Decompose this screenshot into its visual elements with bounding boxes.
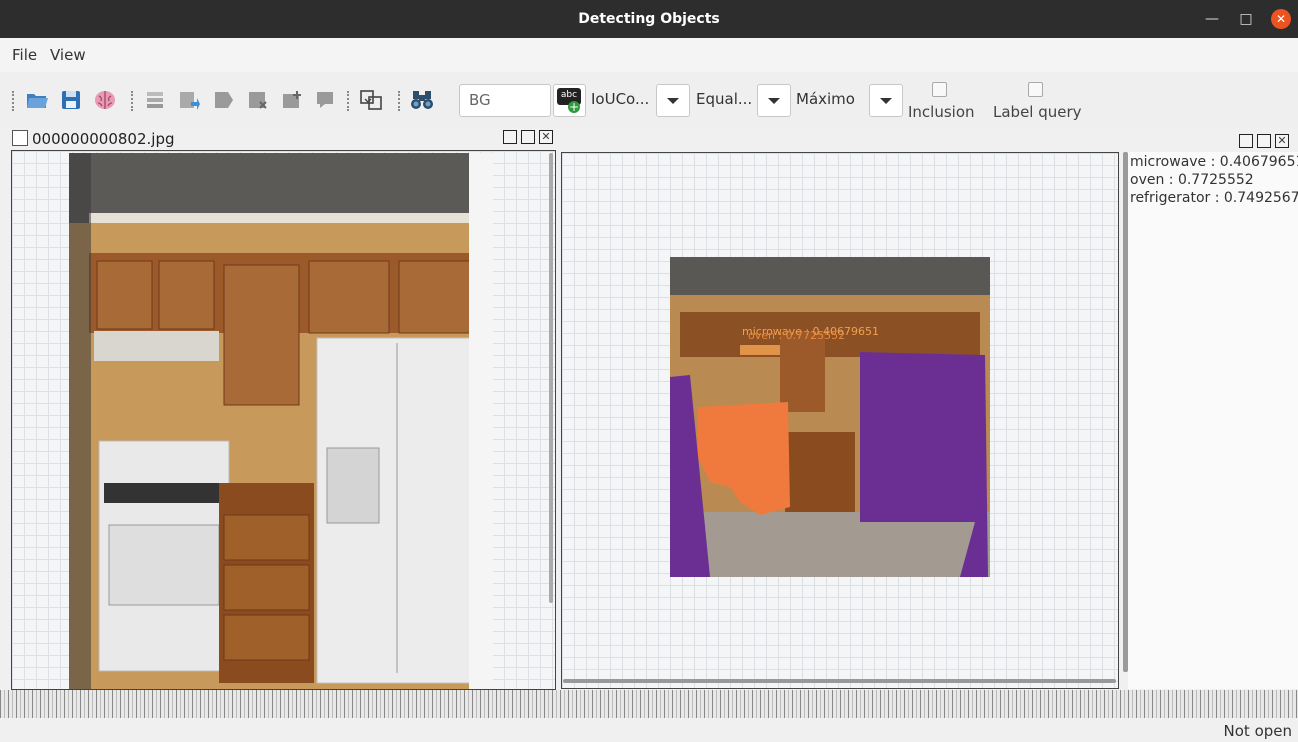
comment-icon[interactable] <box>314 88 338 112</box>
detection-item-oven[interactable]: oven : 0.7725552 <box>1130 172 1254 188</box>
detection-item-microwave[interactable]: microwave : 0.40679651 <box>1130 154 1298 170</box>
aggregate-combo-value: Máximo <box>796 90 855 108</box>
list-icon[interactable] <box>143 88 167 112</box>
horizontal-scrollbar[interactable] <box>563 679 1116 683</box>
add-label-button[interactable]: abc + <box>553 84 586 117</box>
maximize-button[interactable]: □ <box>1234 7 1258 31</box>
chevron-down-icon <box>768 98 780 104</box>
chevron-down-icon <box>880 98 892 104</box>
image-file-icon <box>12 130 28 146</box>
save-icon[interactable] <box>59 88 83 112</box>
detection-result-image: microwave : 0.40679651 oven : 0.7725552 <box>670 257 990 577</box>
add-shape-icon[interactable] <box>280 88 304 112</box>
detection-list: microwave : 0.40679651 oven : 0.7725552 … <box>1128 152 1298 689</box>
class-filter-input[interactable]: BG <box>459 84 551 117</box>
toolbar-handle <box>12 91 17 111</box>
open-folder-icon[interactable] <box>25 88 49 112</box>
subwindow-minimize-button[interactable] <box>503 130 517 144</box>
metric-combo-dropdown[interactable] <box>656 84 690 117</box>
menu-bar: File View <box>0 38 1298 72</box>
thumbnail-strip[interactable] <box>0 690 1298 718</box>
kitchen-photo <box>69 153 493 689</box>
class-filter-value: BG <box>469 91 491 109</box>
menu-view[interactable]: View <box>50 46 86 64</box>
subwindow-maximize-button[interactable] <box>521 130 535 144</box>
binoculars-icon[interactable] <box>410 88 434 112</box>
right-subwindow: ✕ microwave : 0.40679651 oven : 0.772555… <box>560 128 1298 690</box>
vertical-scrollbar[interactable] <box>549 153 553 603</box>
minimize-button[interactable]: — <box>1200 7 1224 31</box>
detection-canvas[interactable]: microwave : 0.40679651 oven : 0.7725552 <box>561 152 1119 689</box>
compare-combo-dropdown[interactable] <box>757 84 791 117</box>
compare-combo-value: Equal... <box>696 90 753 108</box>
transform-icon[interactable] <box>359 88 383 112</box>
inclusion-label: Inclusion <box>908 103 975 121</box>
metric-combo-value: IoUCo... <box>591 90 650 108</box>
subwindow-close-button[interactable]: ✕ <box>1275 134 1289 148</box>
image-filename: 000000000802.jpg <box>32 130 175 148</box>
close-button[interactable]: ✕ <box>1271 9 1291 29</box>
export-icon[interactable] <box>177 88 201 112</box>
source-image-canvas[interactable] <box>11 150 556 690</box>
chevron-down-icon <box>667 98 679 104</box>
toolbar-handle <box>131 91 136 111</box>
plus-icon: + <box>568 100 580 114</box>
remove-shape-icon[interactable] <box>246 88 270 112</box>
toolbar-handle <box>347 91 352 111</box>
detection-item-refrigerator[interactable]: refrigerator : 0.7492567 <box>1130 190 1298 206</box>
subwindow-maximize-button[interactable] <box>1257 134 1271 148</box>
title-bar: Detecting Objects — □ ✕ <box>0 0 1298 38</box>
label-query-checkbox[interactable] <box>1028 82 1043 97</box>
overlay-label-oven: oven : 0.7725552 <box>748 329 845 342</box>
subwindow-minimize-button[interactable] <box>1239 134 1253 148</box>
menu-file[interactable]: File <box>12 46 37 64</box>
subwindow-close-button[interactable]: ✕ <box>539 130 553 144</box>
toolbar-handle <box>398 91 403 111</box>
forward-icon[interactable] <box>212 88 236 112</box>
aggregate-combo-dropdown[interactable] <box>869 84 903 117</box>
label-query-label: Label query <box>993 103 1082 121</box>
inclusion-checkbox[interactable] <box>932 82 947 97</box>
left-subwindow: 000000000802.jpg ✕ <box>8 128 558 690</box>
brain-icon[interactable] <box>93 88 117 112</box>
window-title: Detecting Objects <box>578 11 720 27</box>
status-text: Not open <box>1223 722 1292 740</box>
toolbar: BG abc + IoUCo... Equal... Máximo Inclus… <box>0 72 1298 128</box>
